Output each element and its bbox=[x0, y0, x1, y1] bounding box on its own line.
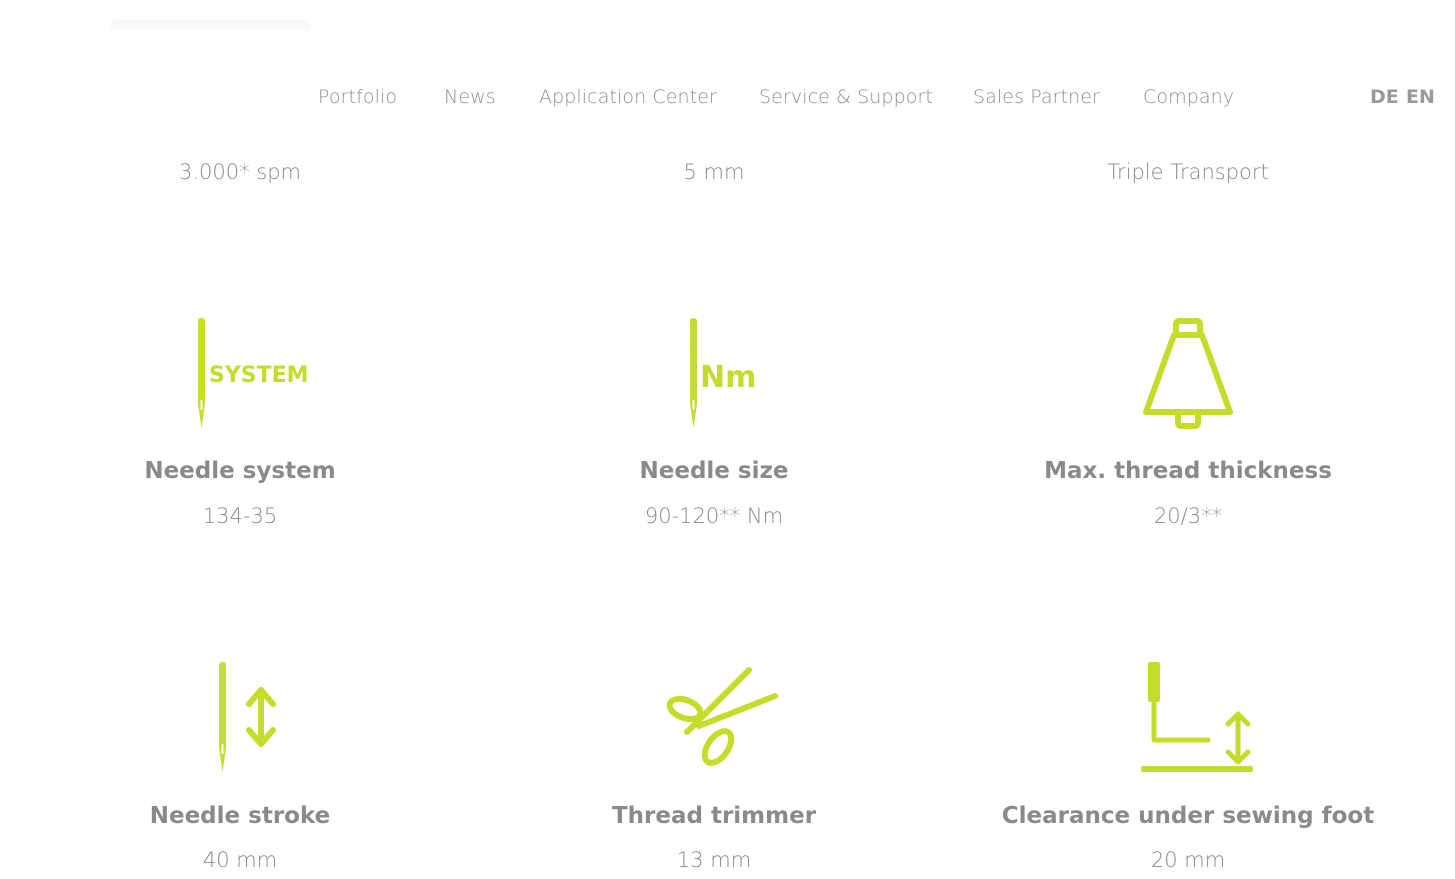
spec-card-foot-clearance bbox=[978, 660, 1398, 780]
foot-clearance-label: Clearance under sewing foot bbox=[1001, 803, 1375, 829]
needle-size-value: 90-120** Nm bbox=[644, 504, 784, 528]
spec-page: Portfolio News Application Center Servic… bbox=[0, 0, 1455, 879]
nav-portfolio[interactable]: Portfolio bbox=[318, 86, 397, 108]
needle-system-icon-text: SYSTEM bbox=[209, 363, 309, 388]
needle-stroke-label: Needle stroke bbox=[149, 803, 331, 829]
needle-size-icon-text: Nm bbox=[700, 360, 756, 395]
speed-value: 3.000* spm bbox=[178, 160, 302, 184]
language-de[interactable]: DE bbox=[1370, 86, 1399, 108]
stitch-length-value: 5 mm bbox=[683, 160, 745, 184]
needle-stroke-icon bbox=[219, 662, 276, 772]
needle-size-label: Needle size bbox=[639, 458, 789, 484]
scissors-icon bbox=[666, 667, 778, 766]
spec-card-thread-trimmer bbox=[504, 660, 924, 780]
needle-size-icon: Nm bbox=[690, 318, 756, 428]
needle-system-icon: SYSTEM bbox=[198, 318, 309, 428]
site-header: Portfolio News Application Center Servic… bbox=[0, 0, 1455, 130]
spec-card-needle-stroke bbox=[30, 660, 450, 780]
needle-system-label: Needle system bbox=[144, 458, 336, 484]
language-en[interactable]: EN bbox=[1406, 86, 1435, 108]
logo-mark bbox=[110, 20, 310, 30]
feed-type-value: Triple Transport bbox=[1107, 160, 1269, 184]
nav-company[interactable]: Company bbox=[1143, 86, 1234, 108]
thread-trimmer-value: 13 mm bbox=[676, 848, 752, 872]
thread-cone-icon bbox=[1143, 318, 1233, 429]
nav-sales-partner[interactable]: Sales Partner bbox=[973, 86, 1100, 108]
spec-card-thread-thickness bbox=[978, 316, 1398, 436]
thread-thickness-label: Max. thread thickness bbox=[1044, 458, 1332, 484]
thread-trimmer-label: Thread trimmer bbox=[611, 803, 817, 829]
spec-card-needle-size: Nm bbox=[504, 316, 924, 436]
brand-logo[interactable] bbox=[110, 8, 310, 42]
needle-system-value: 134-35 bbox=[202, 504, 278, 528]
nav-application-center[interactable]: Application Center bbox=[539, 86, 717, 108]
foot-clearance-icon bbox=[1141, 662, 1253, 772]
foot-clearance-value: 20 mm bbox=[1150, 848, 1226, 872]
needle-stroke-value: 40 mm bbox=[202, 848, 278, 872]
thread-thickness-value: 20/3** bbox=[1153, 504, 1223, 528]
nav-news[interactable]: News bbox=[444, 86, 496, 108]
spec-card-needle-system: SYSTEM bbox=[30, 316, 450, 436]
nav-service-support[interactable]: Service & Support bbox=[759, 86, 933, 108]
